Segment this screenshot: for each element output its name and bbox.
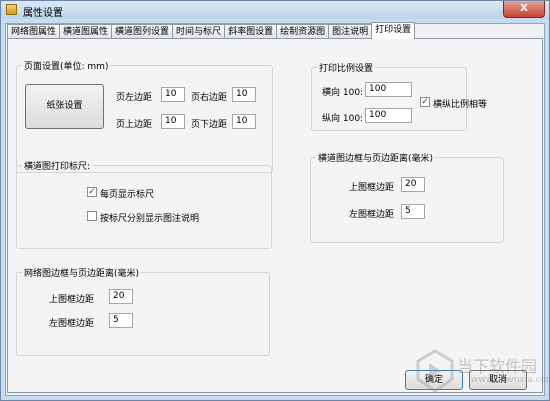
tab-panel: 页面设置(单位: mm) 纸张设置 页左边距 10 页右边距 10 页上边距 1… <box>7 38 543 393</box>
dialog-window: 属性设置 X 网络图属性 横道图属性 横道图列设置 时间与标尺 斜率图设置 绘制… <box>0 0 550 401</box>
tab-resource-chart[interactable]: 绘制资源图 <box>276 24 330 38</box>
left-margin-label: 页左边距 <box>116 93 153 103</box>
show-ruler-each-page-label: 每页显示标尺 <box>100 190 155 200</box>
watermark-logo: 当下软件园 www.downxia.com <box>415 347 550 395</box>
network-top-border-input[interactable]: 20 <box>109 289 133 304</box>
tab-print-settings[interactable]: 打印设置 <box>371 22 416 39</box>
gantt-top-border-label: 上图框边距 <box>349 183 395 193</box>
close-button[interactable]: X <box>503 1 545 18</box>
title-bar[interactable]: 属性设置 X <box>1 1 549 19</box>
gantt-border-group <box>310 157 504 243</box>
network-border-group <box>16 272 270 356</box>
vertical-scale-input[interactable]: 100 <box>365 108 412 123</box>
right-margin-label: 页右边距 <box>191 93 228 103</box>
print-scale-title: 打印比例设置 <box>317 61 376 74</box>
window-title: 属性设置 <box>23 8 63 19</box>
tab-gantt-columns[interactable]: 横道图列设置 <box>111 24 174 38</box>
horizontal-scale-input[interactable]: 100 <box>365 82 412 97</box>
top-margin-label: 页上边距 <box>116 120 153 130</box>
gantt-left-border-label: 左图框边距 <box>349 210 395 220</box>
app-icon <box>6 4 17 15</box>
page-setup-title: 页面设置(单位: mm) <box>22 59 111 72</box>
paper-settings-button[interactable]: 纸张设置 <box>25 84 104 129</box>
watermark-shield-icon <box>416 349 454 393</box>
tab-time-ruler[interactable]: 时间与标尺 <box>172 24 226 38</box>
tab-slope-chart[interactable]: 斜率图设置 <box>224 24 278 38</box>
watermark-text: 当下软件园 <box>457 357 538 376</box>
top-margin-input[interactable]: 10 <box>161 114 185 129</box>
gantt-border-title: 横道图边框与页边距离(毫米) <box>316 151 436 164</box>
bottom-margin-label: 页下边距 <box>191 120 228 130</box>
bottom-margin-input[interactable]: 10 <box>232 114 256 129</box>
gantt-left-border-input[interactable]: 5 <box>401 204 425 219</box>
network-left-border-label: 左图框边距 <box>49 319 95 329</box>
separate-legend-checkbox[interactable] <box>87 211 97 221</box>
equal-scale-label: 横纵比例相等 <box>433 100 488 110</box>
gantt-top-border-input[interactable]: 20 <box>401 177 425 192</box>
gantt-ruler-title: 横道图打印标尺: <box>22 159 93 172</box>
right-margin-input[interactable]: 10 <box>232 87 256 102</box>
watermark-url: www.downxia.com <box>471 375 550 385</box>
tab-legend-notes[interactable]: 图注说明 <box>328 24 373 38</box>
show-ruler-each-page-checkbox[interactable]: ✓ <box>87 187 97 197</box>
gantt-ruler-group <box>16 165 272 249</box>
horizontal-scale-label: 横向 100: <box>322 88 364 98</box>
tab-network-props[interactable]: 网络图属性 <box>7 24 61 38</box>
network-border-title: 网络图边框与页边距离(毫米) <box>22 266 142 279</box>
left-margin-input[interactable]: 10 <box>161 87 185 102</box>
network-top-border-label: 上图框边距 <box>49 295 95 305</box>
tab-gantt-props[interactable]: 横道图属性 <box>59 24 113 38</box>
network-left-border-input[interactable]: 5 <box>109 313 133 328</box>
tab-bar: 网络图属性 横道图属性 横道图列设置 时间与标尺 斜率图设置 绘制资源图 图注说… <box>7 22 416 39</box>
separate-legend-label: 按标尺分别显示图注说明 <box>100 214 200 224</box>
equal-scale-checkbox[interactable]: ✓ <box>420 97 430 107</box>
vertical-scale-label: 纵向 100: <box>322 114 364 124</box>
